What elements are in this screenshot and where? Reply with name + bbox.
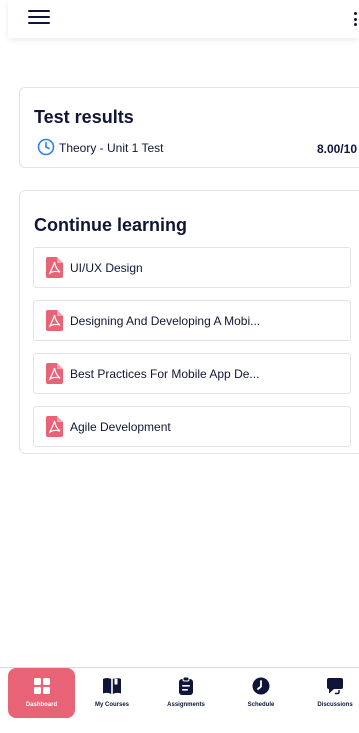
- pdf-icon: [46, 416, 63, 437]
- course-item-agile-development[interactable]: Agile Development: [33, 406, 351, 447]
- nav-label: Discussions: [317, 702, 353, 708]
- nav-my-courses[interactable]: My Courses: [84, 668, 140, 718]
- nav-label: Assignments: [167, 702, 205, 708]
- course-label: Designing And Developing A Mobi...: [70, 314, 261, 328]
- clipboard-icon: [179, 677, 193, 695]
- course-label: Best Practices For Mobile App De...: [70, 367, 260, 381]
- pdf-icon: [46, 257, 63, 278]
- pdf-icon: [46, 310, 63, 331]
- bottom-navigation: Dashboard My Courses Assignments Schedul…: [0, 667, 359, 733]
- test-results-title: Test results: [34, 107, 134, 127]
- top-app-bar: [8, 0, 359, 38]
- continue-learning-card: Continue learning UI/UX Design Designing…: [19, 190, 359, 454]
- schedule-clock-icon: [252, 677, 270, 695]
- nav-schedule[interactable]: Schedule: [236, 668, 286, 718]
- course-item-ui-ux-design[interactable]: UI/UX Design: [33, 247, 351, 288]
- course-item-best-practices[interactable]: Best Practices For Mobile App De...: [33, 353, 351, 394]
- continue-learning-title: Continue learning: [34, 215, 187, 235]
- more-options-icon[interactable]: [353, 12, 357, 26]
- course-label: Agile Development: [70, 420, 171, 434]
- nav-dashboard[interactable]: Dashboard: [8, 668, 75, 718]
- test-result-score: 8.00/10: [316, 142, 357, 156]
- nav-label: My Courses: [94, 702, 129, 708]
- nav-label: Schedule: [247, 702, 275, 708]
- nav-assignments[interactable]: Assignments: [158, 668, 214, 718]
- test-result-row[interactable]: Theory - Unit 1 Test 8.00/10: [37, 138, 357, 158]
- dashboard-icon: [33, 678, 50, 694]
- nav-label: Dashboard: [25, 702, 58, 708]
- pdf-icon: [46, 363, 63, 384]
- clock-icon: [37, 138, 55, 156]
- test-result-name: Theory - Unit 1 Test: [59, 141, 164, 155]
- nav-discussions[interactable]: Discussions: [310, 668, 359, 718]
- course-label: UI/UX Design: [70, 261, 143, 275]
- hamburger-menu-icon[interactable]: [28, 8, 50, 26]
- course-item-designing-mobile[interactable]: Designing And Developing A Mobi...: [33, 300, 351, 341]
- book-icon: [103, 678, 121, 694]
- chat-icon: [327, 678, 343, 695]
- test-results-card: Test results Theory - Unit 1 Test 8.00/1…: [19, 87, 359, 168]
